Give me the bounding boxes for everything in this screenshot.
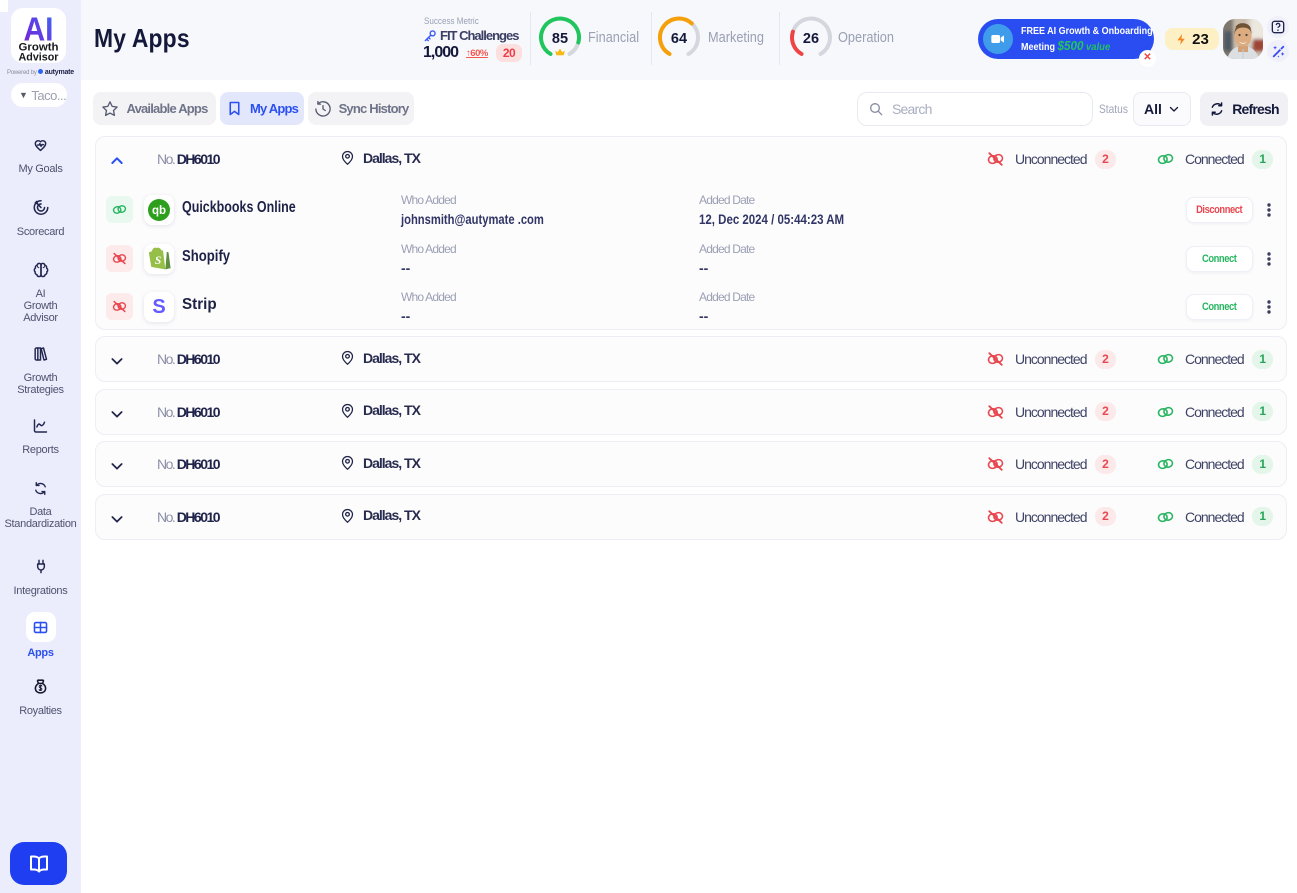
svg-text:Advisor: Advisor — [19, 52, 60, 64]
svg-text:S: S — [154, 255, 160, 267]
svg-text:qb: qb — [152, 205, 166, 217]
